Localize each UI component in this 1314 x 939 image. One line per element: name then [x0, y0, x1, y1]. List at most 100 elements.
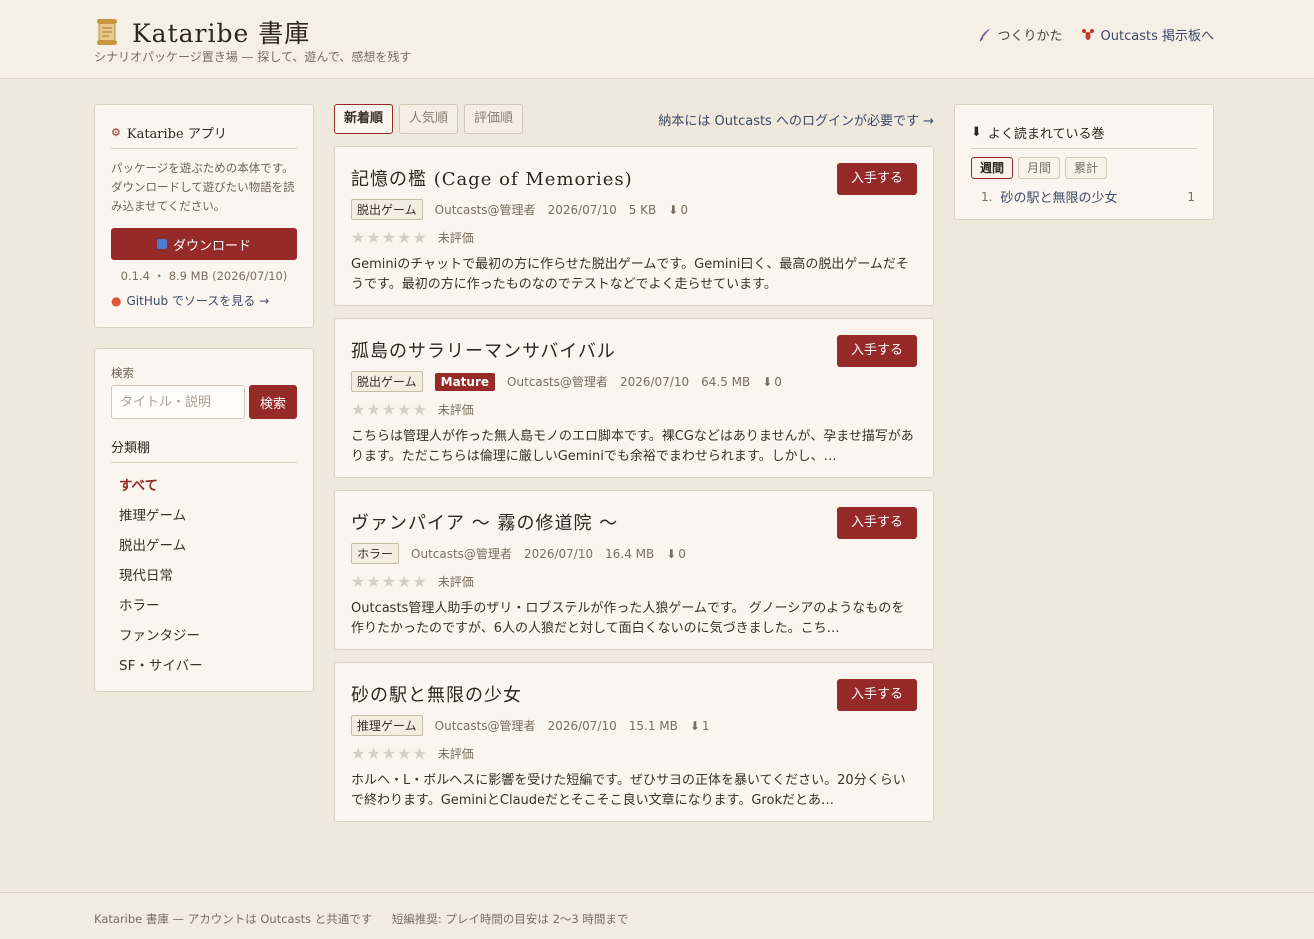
category-item-modern[interactable]: 現代日常 [119, 565, 297, 595]
card-date: 2026/07/10 [547, 718, 617, 733]
footer-account-note: Kataribe 書庫 — アカウントは Outcasts と共通です [94, 912, 373, 926]
ranking-number: 1. [981, 189, 993, 204]
ranking-title: ⬇ よく読まれている巻 [971, 123, 1197, 149]
category-list: すべて 推理ゲーム 脱出ゲーム 現代日常 ホラー ファンタジー SF・サイバー [111, 475, 297, 685]
search-row: 検索 [111, 385, 297, 419]
card-description: こちらは管理人が作った無人島モノのエロ脚本です。裸CGなどはありませんが、孕ませ… [351, 429, 914, 464]
card-rating: ★★★★★ 未評価 [351, 228, 917, 247]
ranking-tab-total[interactable]: 累計 [1065, 157, 1108, 179]
rating-text: 未評価 [437, 231, 474, 245]
category-item-all[interactable]: すべて [119, 475, 297, 505]
sort-tab-rating[interactable]: 評価順 [464, 104, 524, 134]
mature-badge: Mature [434, 372, 496, 391]
download-count-value: 1 [701, 718, 710, 733]
get-button[interactable]: 入手する [837, 679, 917, 711]
scroll-icon [97, 19, 117, 45]
get-button[interactable]: 入手する [837, 163, 917, 195]
octopus-icon: ● [111, 293, 122, 308]
header-nav: つくりかた Outcasts 掲示板へ [978, 25, 1214, 44]
rating-text: 未評価 [437, 747, 474, 761]
card-meta: ホラー Outcasts@管理者 2026/07/10 16.4 MB ⬇ 0 [351, 543, 917, 564]
download-arrow-icon: ⬇ [762, 374, 773, 389]
card-date: 2026/07/10 [619, 374, 690, 389]
ranking-name[interactable]: 砂の駅と無限の少女 [1000, 187, 1117, 206]
app-description: パッケージを遊ぶための本体です。ダウンロードして遊びたい物語を読み込ませてくださ… [111, 161, 295, 213]
card-title[interactable]: 砂の駅と無限の少女 [351, 681, 821, 707]
package-card: 砂の駅と無限の少女 入手する 推理ゲーム Outcasts@管理者 2026/0… [334, 662, 934, 822]
category-item-fantasy[interactable]: ファンタジー [119, 625, 297, 655]
footer-text: Kataribe 書庫 — アカウントは Outcasts と共通です 短編推奨… [94, 911, 644, 927]
search-button[interactable]: 検索 [249, 385, 297, 419]
ranking-tab-weekly[interactable]: 週間 [971, 157, 1014, 179]
site-header: Kataribe 書庫 シナリオパッケージ置き場 — 探して、遊んで、感想を残す… [0, 0, 1314, 79]
genre-tag[interactable]: ホラー [351, 543, 400, 564]
search-input[interactable] [111, 385, 245, 419]
genre-tag[interactable]: 脱出ゲーム [351, 199, 423, 220]
card-description: Outcasts管理人助手のザリ・ロブステルが作った人狼ゲームです。 グノーシア… [351, 601, 905, 636]
ranking-item[interactable]: 1. 砂の駅と無限の少女 1 [971, 187, 1197, 207]
card-meta: 脱出ゲーム Outcasts@管理者 2026/07/10 5 KB ⬇ 0 [351, 199, 917, 220]
star-rating: ★★★★★ [351, 744, 428, 763]
card-author: Outcasts@管理者 [434, 203, 536, 217]
ranking-tabs: 週間 月間 累計 [971, 157, 1197, 179]
brand[interactable]: Kataribe 書庫 [94, 14, 310, 50]
download-count: ⬇ 0 [668, 203, 700, 217]
category-title: 分類棚 [111, 437, 297, 463]
star-rating: ★★★★★ [351, 572, 428, 591]
download-arrow-icon: ⬇ [689, 718, 700, 733]
genre-tag[interactable]: 推理ゲーム [351, 715, 423, 736]
card-size: 15.1 MB [628, 718, 678, 733]
category-item-scifi[interactable]: SF・サイバー [119, 655, 297, 685]
card-size: 5 KB [628, 202, 657, 217]
card-title[interactable]: 記憶の檻 (Cage of Memories) [351, 165, 821, 191]
nav-outcasts-link[interactable]: Outcasts 掲示板へ [1081, 25, 1214, 44]
sort-tab-newest[interactable]: 新着順 [334, 104, 394, 134]
sort-tab-popular[interactable]: 人気順 [399, 104, 459, 134]
package-card: 記憶の檻 (Cage of Memories) 入手する 脱出ゲーム Outca… [334, 146, 934, 306]
app-panel: ⚙ Kataribe アプリ パッケージを遊ぶための本体です。ダウンロードして遊… [94, 104, 314, 328]
download-count-value: 0 [678, 546, 686, 561]
sort-bar: 新着順 人気順 評価順 納本には Outcasts へのログインが必要です → [334, 104, 934, 134]
card-author: Outcasts@管理者 [434, 719, 536, 733]
card-date: 2026/07/10 [547, 202, 617, 217]
github-link[interactable]: ● GitHub でソースを見る → [111, 292, 297, 309]
download-button[interactable]: ダウンロード [111, 228, 297, 260]
ranking-title-text: よく読まれている巻 [987, 127, 1105, 142]
card-rating: ★★★★★ 未評価 [351, 572, 917, 591]
ranking-tab-monthly[interactable]: 月間 [1018, 157, 1061, 179]
category-item-mystery[interactable]: 推理ゲーム [119, 505, 297, 535]
card-title[interactable]: 孤島のサラリーマンサバイバル [351, 337, 821, 363]
download-button-label: ダウンロード [172, 238, 251, 254]
category-item-escape[interactable]: 脱出ゲーム [119, 535, 297, 565]
site-footer: Kataribe 書庫 — アカウントは Outcasts と共通です 短編推奨… [0, 892, 1314, 939]
site-subtitle: シナリオパッケージ置き場 — 探して、遊んで、感想を残す [94, 50, 412, 64]
package-icon [156, 239, 167, 249]
category-item-horror[interactable]: ホラー [119, 595, 297, 625]
footer-playtime-note: 短編推奨: プレイ時間の目安は 2〜3 時間まで [391, 912, 629, 926]
nav-howto-link[interactable]: つくりかた [978, 25, 1063, 44]
card-author: Outcasts@管理者 [507, 375, 608, 389]
app-panel-title-text: Kataribe アプリ [126, 127, 227, 142]
get-button[interactable]: 入手する [837, 335, 917, 367]
genre-tag[interactable]: 脱出ゲーム [351, 371, 423, 392]
get-button[interactable]: 入手する [837, 507, 917, 539]
card-date: 2026/07/10 [523, 546, 594, 561]
ranking-panel: ⬇ よく読まれている巻 週間 月間 累計 1. 砂の駅と無限の少女 1 [954, 104, 1214, 220]
download-count-value: 0 [774, 374, 782, 389]
star-rating: ★★★★★ [351, 400, 428, 419]
download-count-value: 0 [680, 202, 688, 217]
star-rating: ★★★★★ [351, 228, 428, 247]
login-note-link[interactable]: 納本には Outcasts へのログインが必要です → [658, 110, 934, 129]
card-meta: 推理ゲーム Outcasts@管理者 2026/07/10 15.1 MB ⬇ 1 [351, 715, 917, 736]
search-label: 検索 [111, 366, 134, 380]
quill-icon [979, 28, 990, 41]
card-title[interactable]: ヴァンパイア 〜 霧の修道院 〜 [351, 509, 821, 535]
gear-icon: ⚙ [111, 126, 121, 139]
download-count: ⬇ 0 [762, 375, 794, 389]
card-meta: 脱出ゲーム Mature Outcasts@管理者 2026/07/10 64.… [351, 371, 917, 392]
card-size: 16.4 MB [605, 546, 655, 561]
github-link-label: GitHub でソースを見る → [126, 294, 270, 308]
ranking-count: 1 [1187, 189, 1195, 204]
rating-text: 未評価 [437, 403, 474, 417]
download-arrow-icon: ⬇ [971, 125, 982, 140]
